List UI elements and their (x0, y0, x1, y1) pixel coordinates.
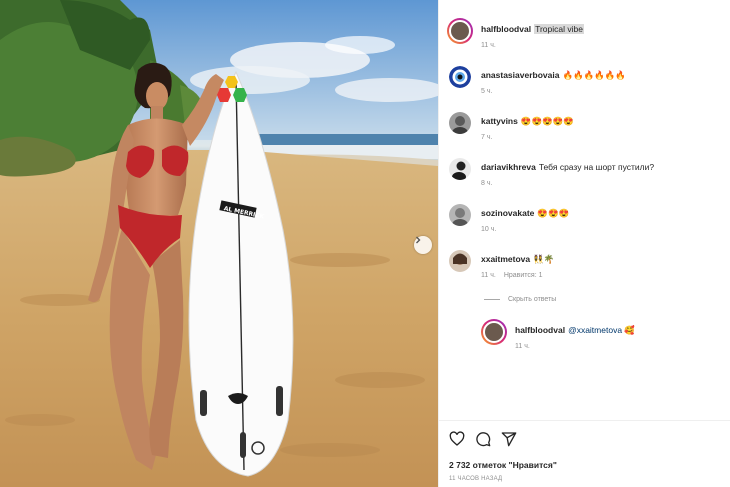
comment-text: Тебя сразу на шорт пустили? (538, 162, 655, 172)
chevron-right-icon (416, 236, 421, 244)
comment-time: 5 ч. (481, 88, 493, 95)
reply-mention[interactable]: @xxaitmetova (568, 325, 622, 335)
caption-text: Tropical vibe (534, 24, 584, 34)
beach-photo: AL MERRICK (0, 0, 438, 487)
comment-username[interactable]: sozinovakate (481, 208, 534, 218)
comment-time: 10 ч. (481, 226, 497, 233)
comment-username[interactable]: dariavikhreva (481, 162, 536, 172)
user-avatar[interactable] (449, 250, 471, 272)
avatar[interactable] (447, 18, 473, 44)
caption-time: 11 ч. (481, 42, 496, 49)
hide-replies-button[interactable]: Скрыть ответы (484, 296, 556, 303)
comment-time: 7 ч. (481, 134, 493, 141)
comment-username[interactable]: kattyvins (481, 116, 518, 126)
reply-username[interactable]: halfbloodval (515, 325, 565, 335)
comment-time: 11 ч. (481, 272, 496, 279)
comments-list[interactable]: halfbloodval Tropical vibe 11 ч. anastasi… (439, 0, 730, 420)
user-avatar[interactable] (449, 204, 471, 226)
comments-panel: halfbloodval Tropical vibe 11 ч. anastasi… (438, 0, 730, 487)
evil-eye-avatar[interactable] (449, 66, 471, 88)
caption-username[interactable]: halfbloodval (481, 24, 531, 34)
comment-text: 🔥🔥🔥🔥🔥🔥 (562, 70, 626, 80)
post-actions: 2 732 отметок "Нравится" 11 ЧАСОВ НАЗАД (439, 420, 730, 487)
comment-time: 8 ч. (481, 180, 493, 187)
post-time: 11 ЧАСОВ НАЗАД (449, 476, 503, 482)
reply-time: 11 ч. (515, 343, 530, 350)
post-photo[interactable]: AL MERRICK (0, 0, 438, 487)
comment-username[interactable]: xxaitmetova (481, 254, 530, 264)
paper-plane-icon[interactable] (501, 431, 517, 447)
carousel-next-button[interactable] (414, 236, 432, 254)
comment-username[interactable]: anastasiaverbovaia (481, 70, 559, 80)
comment-icon[interactable] (475, 431, 491, 447)
user-avatar[interactable] (449, 158, 471, 180)
reply-text: 🥰 (624, 325, 636, 335)
likes-count[interactable]: 2 732 отметок "Нравится" (449, 460, 557, 470)
comment-text: 👯‍♀️🌴 (533, 254, 555, 264)
comment-text: 😍😍😍 (537, 208, 570, 218)
comment-likes[interactable]: Нравится: 1 (504, 272, 543, 279)
heart-icon[interactable] (449, 431, 465, 447)
user-avatar[interactable] (449, 112, 471, 134)
divider (484, 299, 500, 300)
avatar[interactable] (481, 319, 507, 345)
hide-replies-label: Скрыть ответы (508, 296, 557, 303)
comment-text: 😍😍😍😍😍 (520, 116, 574, 126)
